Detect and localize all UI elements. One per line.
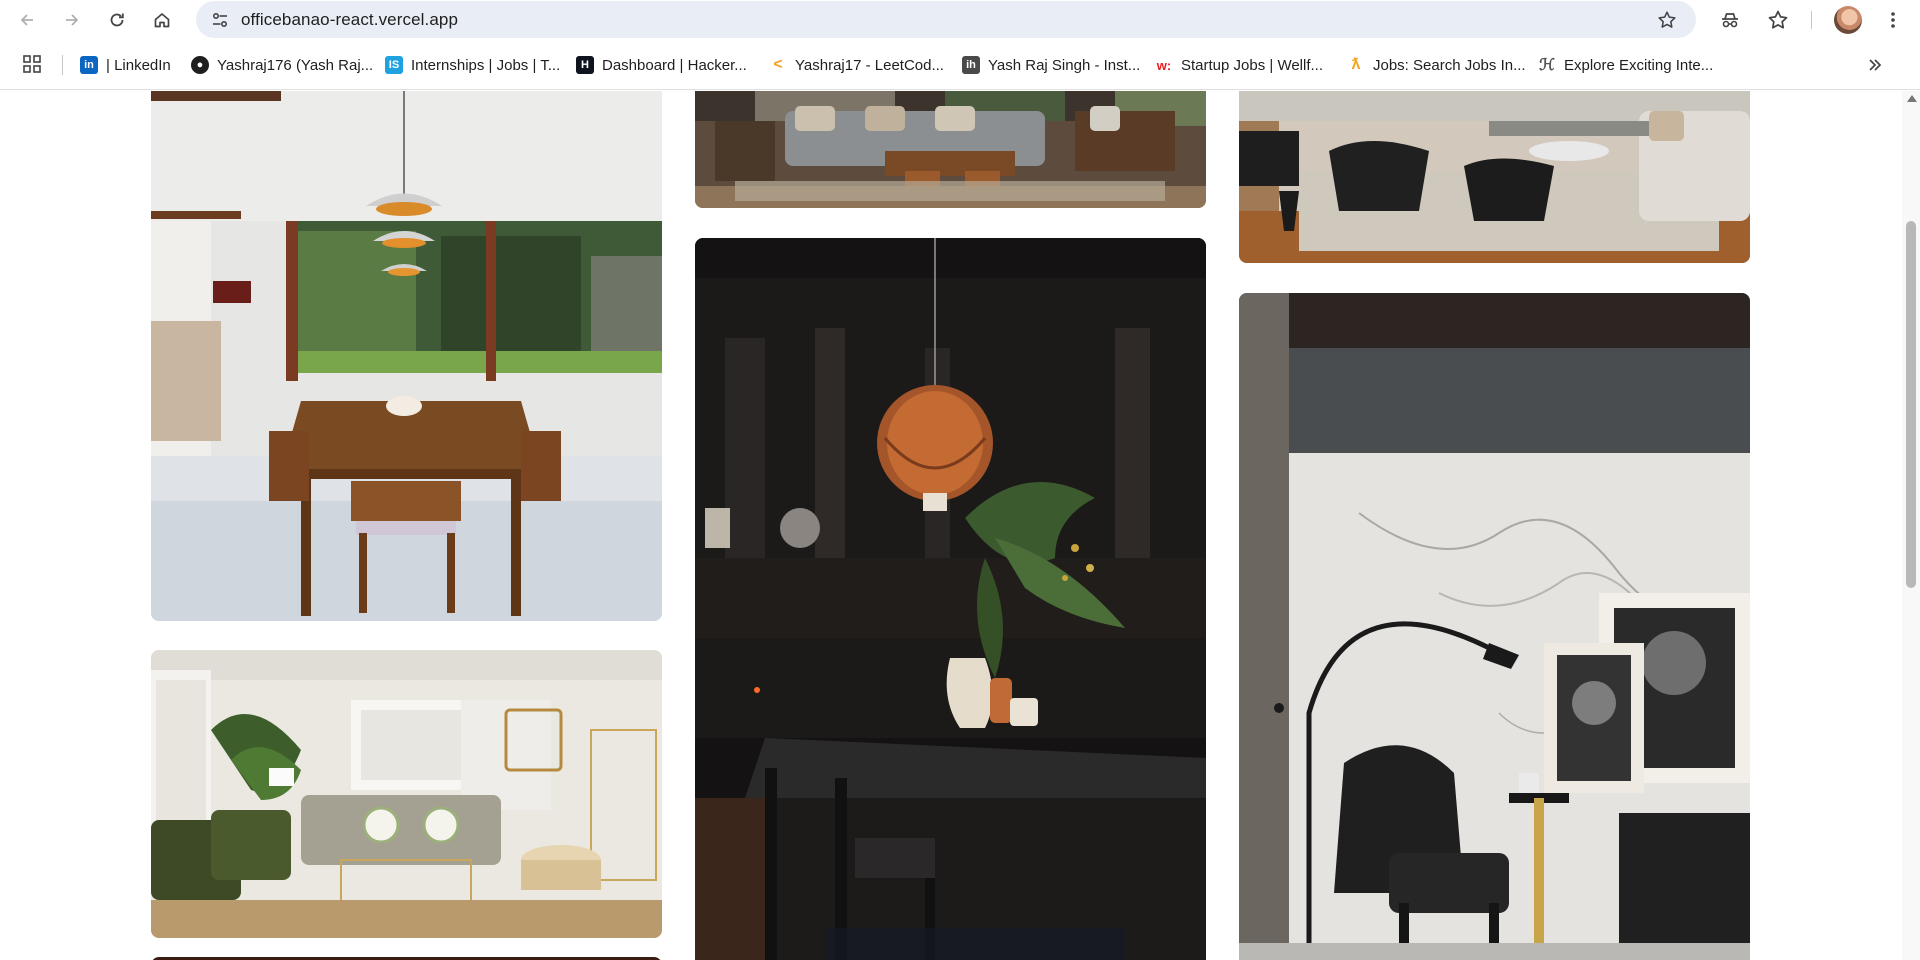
instahyre-icon: ih xyxy=(962,56,980,74)
bookmark-github[interactable]: ● Yashraj176 (Yash Raj... xyxy=(191,52,373,78)
linkedin-icon: in xyxy=(80,56,98,74)
forward-arrow-icon xyxy=(66,14,79,26)
green-armchair-room-illustration xyxy=(151,650,662,938)
hackerrank-icon: H xyxy=(576,56,594,74)
bookmark-internshala[interactable]: IS Internships | Jobs | T... xyxy=(385,52,560,78)
bookmarks-menu-button[interactable] xyxy=(1765,7,1791,33)
star-list-icon xyxy=(1768,10,1788,29)
apps-grid-icon[interactable] xyxy=(22,54,42,74)
kebab-menu-icon xyxy=(1891,12,1895,28)
gallery-image-green-armchair-room[interactable] xyxy=(151,650,662,938)
url-text[interactable]: officebanao-react.vercel.app xyxy=(241,10,458,30)
bookmark-jobs-search[interactable]: ƛ Jobs: Search Jobs In... xyxy=(1347,52,1526,78)
bookmark-star-icon[interactable] xyxy=(1656,9,1678,31)
bookmark-hackerrank[interactable]: H Dashboard | Hacker... xyxy=(576,52,747,78)
home-icon xyxy=(154,13,170,28)
bookmark-label: Startup Jobs | Wellf... xyxy=(1181,56,1324,74)
open-lounge-illustration xyxy=(1239,91,1750,263)
back-arrow-icon xyxy=(20,14,33,26)
page-scrollbar[interactable] xyxy=(1902,91,1920,960)
chrome-menu-button[interactable] xyxy=(1880,7,1906,33)
bookmark-explore-internships[interactable]: ℋ Explore Exciting Inte... xyxy=(1538,52,1713,78)
internshala-icon: IS xyxy=(385,56,403,74)
living-room-illustration xyxy=(695,91,1206,208)
jobs-search-icon: ƛ xyxy=(1351,56,1361,73)
bookmark-label: Internships | Jobs | T... xyxy=(411,56,561,74)
address-bar[interactable]: officebanao-react.vercel.app xyxy=(196,1,1696,38)
scrollbar-thumb[interactable] xyxy=(1906,221,1916,588)
dining-room-illustration xyxy=(151,91,662,621)
back-button[interactable] xyxy=(13,6,41,34)
incognito-button[interactable] xyxy=(1717,7,1743,33)
bookmark-label: Dashboard | Hacker... xyxy=(602,56,747,74)
bookmark-linkedin[interactable]: in | LinkedIn xyxy=(80,52,171,78)
bookmark-label: Jobs: Search Jobs In... xyxy=(1373,56,1526,74)
toolbar-separator xyxy=(1811,11,1812,29)
forward-button[interactable] xyxy=(58,6,86,34)
profile-avatar[interactable] xyxy=(1834,6,1862,34)
bookmark-leetcode[interactable]: < Yashraj17 - LeetCod... xyxy=(769,52,944,78)
bookmark-label: Explore Exciting Inte... xyxy=(1564,56,1714,74)
bookmark-label: Yash Raj Singh - Inst... xyxy=(988,56,1141,74)
github-icon: ● xyxy=(191,56,209,74)
bookmark-instahyre[interactable]: ih Yash Raj Singh - Inst... xyxy=(962,52,1140,78)
gallery-image-dark-kitchen[interactable] xyxy=(695,238,1206,960)
site-info-icon[interactable] xyxy=(210,10,230,30)
bookmark-label: Yashraj17 - LeetCod... xyxy=(795,56,944,74)
scroll-up-arrow-icon[interactable] xyxy=(1907,95,1917,102)
gallery-image-living-room-strip[interactable] xyxy=(695,91,1206,208)
gallery-image-open-lounge[interactable] xyxy=(1239,91,1750,263)
incognito-icon xyxy=(1722,13,1738,28)
reload-button[interactable] xyxy=(103,6,131,34)
bookmark-label: Yashraj176 (Yash Raj... xyxy=(217,56,374,74)
dark-kitchen-illustration xyxy=(695,238,1206,960)
gallery-page xyxy=(0,91,1902,960)
marble-lounge-illustration xyxy=(1239,293,1750,960)
bookmarks-separator xyxy=(62,55,63,75)
double-chevron-right-icon xyxy=(1869,59,1882,71)
home-button[interactable] xyxy=(148,6,176,34)
explore-internships-icon: ℋ xyxy=(1539,57,1555,74)
wellfound-icon: w: xyxy=(1156,57,1172,73)
browser-toolbar: officebanao-react.vercel.app xyxy=(0,0,1920,40)
bookmark-label: | LinkedIn xyxy=(106,56,171,74)
leetcode-icon: < xyxy=(773,56,783,73)
bookmark-wellfound[interactable]: w: Startup Jobs | Wellf... xyxy=(1155,52,1323,78)
gallery-image-marble-lounge[interactable] xyxy=(1239,293,1750,960)
reload-icon xyxy=(110,13,124,27)
gallery-image-dining-room[interactable] xyxy=(151,91,662,621)
more-bookmarks-button[interactable] xyxy=(1862,52,1888,78)
